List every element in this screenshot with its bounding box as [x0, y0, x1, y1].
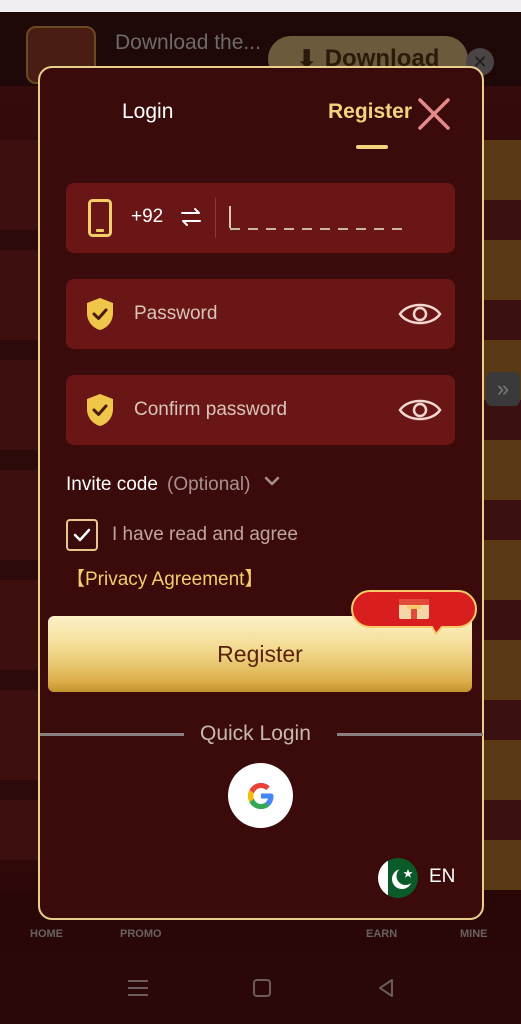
- password-placeholder: Password: [134, 303, 218, 324]
- phone-icon: [88, 199, 112, 237]
- privacy-agreement-link[interactable]: 【Privacy Agreement】: [66, 564, 263, 591]
- pakistan-flag-icon[interactable]: [378, 858, 418, 898]
- chevron-down-icon[interactable]: [263, 474, 281, 488]
- gift-box-icon: [350, 589, 478, 636]
- eye-icon[interactable]: [398, 299, 442, 329]
- eye-icon[interactable]: [398, 395, 442, 425]
- swap-icon[interactable]: [180, 206, 202, 228]
- nav-promo[interactable]: PROMO: [120, 928, 162, 940]
- status-strip: [0, 0, 521, 12]
- tab-login[interactable]: Login: [122, 100, 173, 124]
- confirm-password-placeholder: Confirm password: [134, 399, 288, 420]
- password-field[interactable]: [66, 279, 455, 349]
- nav-earn[interactable]: EARN: [366, 928, 397, 940]
- invite-code-optional: (Optional): [167, 474, 251, 495]
- phone-input-mask: [230, 228, 406, 230]
- field-divider: [215, 198, 216, 238]
- banner-text: Download the...: [115, 31, 261, 54]
- google-icon: [247, 782, 273, 809]
- close-icon[interactable]: [416, 96, 452, 132]
- shield-icon: [86, 393, 114, 427]
- menu-icon[interactable]: [126, 976, 150, 1000]
- divider-line: [40, 733, 184, 736]
- back-icon[interactable]: [374, 976, 398, 1000]
- home-icon[interactable]: [250, 976, 274, 1000]
- background-game-tiles-right: [482, 140, 521, 900]
- nav-home[interactable]: HOME: [30, 928, 63, 940]
- check-icon: [73, 528, 91, 542]
- agree-checkbox[interactable]: [66, 519, 98, 551]
- divider-line: [337, 733, 483, 736]
- language-code[interactable]: EN: [429, 866, 455, 888]
- chevron-right-icon[interactable]: »: [486, 372, 520, 406]
- quick-login-label: Quick Login: [200, 722, 311, 745]
- background-game-tiles-left: [0, 140, 40, 860]
- google-login-button[interactable]: [228, 763, 293, 828]
- nav-mine[interactable]: MINE: [460, 928, 488, 940]
- active-tab-indicator: [356, 145, 388, 149]
- agree-text: I have read and agree: [112, 524, 298, 545]
- text-caret: [229, 206, 231, 228]
- shield-icon: [86, 297, 114, 331]
- invite-code-label[interactable]: Invite code: [66, 474, 158, 496]
- country-code[interactable]: +92: [131, 206, 163, 228]
- tab-register[interactable]: Register: [328, 100, 412, 124]
